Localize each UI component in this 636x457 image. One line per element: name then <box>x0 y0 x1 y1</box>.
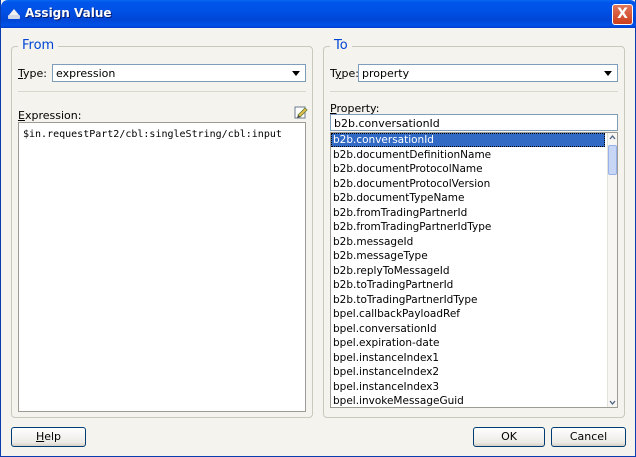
to-type-value: property <box>362 67 410 80</box>
to-type-label: Type: <box>330 67 359 80</box>
from-type-value: expression <box>56 67 116 80</box>
to-divider <box>330 91 618 92</box>
property-list-item[interactable]: b2b.messageId <box>331 235 605 249</box>
oracle-jdeveloper-icon <box>8 9 20 19</box>
property-list-item[interactable]: bpel.instanceIndex1 <box>331 351 605 365</box>
property-list-item[interactable]: b2b.documentDefinitionName <box>331 148 605 162</box>
property-list-item[interactable]: bpel.instanceIndex2 <box>331 365 605 379</box>
window-title: Assign Value <box>25 6 112 20</box>
from-legend: From <box>18 38 59 53</box>
scroll-thumb[interactable] <box>608 145 617 175</box>
close-icon: X <box>617 6 628 22</box>
property-list-scrollbar[interactable] <box>607 133 617 407</box>
edit-expression-icon[interactable] <box>294 105 308 119</box>
property-list-item[interactable]: b2b.toTradingPartnerIdType <box>331 293 605 307</box>
title-bar[interactable]: Assign Value X <box>1 0 636 28</box>
from-divider <box>18 91 306 92</box>
property-list-item[interactable]: bpel.conversationId <box>331 322 605 336</box>
to-legend: To <box>330 38 352 53</box>
scroll-up-icon[interactable] <box>608 133 617 143</box>
chevron-down-icon <box>292 71 300 76</box>
help-button[interactable]: Help <box>11 427 86 447</box>
property-list-item[interactable]: b2b.conversationId <box>331 133 605 147</box>
property-list-item[interactable]: bpel.instanceIndex3 <box>331 380 605 394</box>
property-input[interactable]: b2b.conversationId <box>330 114 618 131</box>
property-list-item[interactable]: b2b.fromTradingPartnerId <box>331 206 605 220</box>
property-list-item[interactable]: b2b.documentProtocolVersion <box>331 177 605 191</box>
from-panel: From Type: expression Expression: $in.re… <box>11 38 313 418</box>
property-list-item[interactable]: b2b.toTradingPartnerId <box>331 278 605 292</box>
scroll-down-icon[interactable] <box>608 397 617 407</box>
expression-text: $in.requestPart2/cbl:singleString/cbl:in… <box>23 129 282 140</box>
property-list-item[interactable]: bpel.invokeMessageGuid <box>331 394 605 407</box>
ok-button[interactable]: OK <box>473 427 545 447</box>
chevron-down-icon <box>604 71 612 76</box>
property-list-item[interactable]: b2b.messageType <box>331 249 605 263</box>
property-list-item[interactable]: b2b.fromTradingPartnerIdType <box>331 220 605 234</box>
property-input-value: b2b.conversationId <box>334 117 440 130</box>
property-list-item[interactable]: bpel.callbackPayloadRef <box>331 307 605 321</box>
expression-textarea[interactable]: $in.requestPart2/cbl:singleString/cbl:in… <box>18 122 306 412</box>
cancel-button[interactable]: Cancel <box>551 427 626 447</box>
property-list-item[interactable]: b2b.documentTypeName <box>331 191 605 205</box>
to-panel: To Type: property Property: b2b.conversa… <box>323 38 625 418</box>
property-list-item[interactable]: b2b.replyToMessageId <box>331 264 605 278</box>
from-type-select[interactable]: expression <box>52 64 306 82</box>
property-list-item[interactable]: bpel.expiration-date <box>331 336 605 350</box>
close-button[interactable]: X <box>612 4 633 25</box>
assign-value-dialog: Assign Value X From Type: expression Exp… <box>0 0 636 457</box>
expression-label: Expression: <box>18 109 82 122</box>
property-listbox[interactable]: bpel.invokeMessageGuid bpel.instanceIndex… <box>330 132 618 408</box>
to-type-select[interactable]: property <box>358 64 618 82</box>
property-list-item[interactable]: b2b.documentProtocolName <box>331 162 605 176</box>
from-type-label: Type: <box>18 67 47 80</box>
